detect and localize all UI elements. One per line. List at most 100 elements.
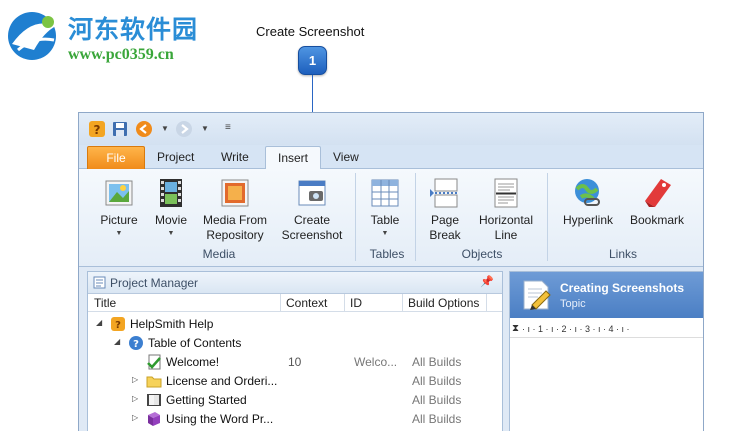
indent-marker-icon[interactable]: ⧗	[512, 323, 519, 334]
tree-row-welcome[interactable]: Welcome! 10 Welco... All Builds	[88, 353, 502, 372]
ribbon-insert: Picture ▼ Movie ▼ Media From Repository …	[79, 169, 703, 267]
collapse-icon[interactable]: ◢	[114, 337, 120, 346]
callout-label: Create Screenshot	[256, 24, 365, 39]
tab-insert[interactable]: Insert	[265, 146, 322, 170]
group-separator	[547, 173, 548, 261]
column-id[interactable]: ID	[350, 296, 362, 310]
column-context[interactable]: Context	[286, 296, 327, 310]
toc-help-icon: ?	[129, 336, 143, 350]
hyperlink-button[interactable]: Hyperlink	[557, 173, 619, 228]
quick-access-toolbar: ? ▼ ▼ ≡	[79, 113, 703, 145]
tree-row-using-word-processor[interactable]: ▷ Using the Word Pr... All Builds	[88, 410, 502, 429]
tab-write[interactable]: Write	[209, 146, 261, 169]
bookmark-label: Bookmark	[629, 213, 685, 227]
redo-icon[interactable]	[175, 120, 193, 138]
watermark-title: 河东软件园	[68, 15, 199, 44]
hyperlink-label: Hyperlink	[562, 213, 613, 227]
column-build-options[interactable]: Build Options	[408, 296, 479, 310]
build-options-cell: All Builds	[412, 412, 462, 426]
group-separator	[415, 173, 416, 261]
build-options-cell: All Builds	[412, 393, 462, 407]
media-repository-label-1: Media From	[202, 213, 267, 227]
pin-icon[interactable]: 📌	[480, 275, 494, 288]
column-divider[interactable]	[402, 294, 403, 312]
topic-subtitle: Topic	[560, 298, 586, 310]
page-break-label-1: Page	[430, 213, 460, 227]
project-manager-pane: Project Manager 📌 Title Context ID Build…	[87, 271, 503, 431]
project-icon: ?	[111, 317, 125, 331]
helpsmith-window: ? ▼ ▼ ≡ File Project Write Insert View P…	[78, 112, 704, 431]
group-separator	[355, 173, 356, 261]
watermark-logo-icon	[8, 12, 56, 60]
tree-row-table-of-contents[interactable]: ◢ ? Table of Contents	[88, 334, 502, 353]
tab-file[interactable]: File	[87, 146, 145, 169]
app-icon[interactable]: ?	[88, 120, 106, 138]
svg-text:?: ?	[133, 339, 139, 350]
group-label-objects: Objects	[461, 247, 503, 261]
tree-row-license[interactable]: ▷ License and Orderi... All Builds	[88, 372, 502, 391]
expand-icon[interactable]: ▷	[132, 394, 138, 403]
create-screenshot-button[interactable]: Create Screenshot	[279, 173, 345, 243]
topic-editor-pane: Creating Screenshots Topic ⧗ · ı · 1 · ı…	[509, 271, 703, 431]
column-divider[interactable]	[486, 294, 487, 312]
undo-icon[interactable]	[135, 120, 153, 138]
picture-label: Picture	[100, 213, 138, 227]
ribbon-tabs: File Project Write Insert View	[79, 145, 703, 170]
media-from-repository-button[interactable]: Media From Repository	[199, 173, 271, 243]
horizontal-line-button[interactable]: Horizontal Line	[475, 173, 537, 243]
collapse-icon[interactable]: ◢	[96, 318, 102, 327]
column-divider[interactable]	[280, 294, 281, 312]
column-title[interactable]: Title	[94, 296, 116, 310]
customize-toolbar-icon[interactable]: ≡	[225, 122, 231, 133]
create-screenshot-label-2: Screenshot	[281, 228, 343, 242]
movie-button[interactable]: Movie ▼	[149, 173, 193, 240]
create-screenshot-icon	[298, 180, 326, 206]
group-label-links: Links	[608, 247, 637, 261]
undo-dropdown-icon[interactable]: ▼	[161, 124, 169, 133]
column-divider[interactable]	[344, 294, 345, 312]
page-break-button[interactable]: Page Break	[423, 173, 467, 243]
column-headers: Title Context ID Build Options	[88, 294, 502, 312]
picture-button[interactable]: Picture ▼	[97, 173, 141, 240]
table-label: Table	[370, 213, 400, 227]
ruler[interactable]: ⧗ · ı · 1 · ı · 2 · ı · 3 · ı · 4 · ı ·	[510, 322, 703, 338]
create-screenshot-label-1: Create	[293, 213, 331, 227]
bookmark-icon	[645, 179, 671, 207]
tree-row-label: Using the Word Pr...	[166, 412, 274, 426]
group-label-tables: Tables	[369, 247, 405, 261]
horizontal-line-label-2: Line	[494, 228, 518, 242]
save-icon[interactable]	[111, 120, 129, 138]
tree-row-getting-started[interactable]: ▷ Getting Started All Builds	[88, 391, 502, 410]
tree-row-label: Getting Started	[166, 393, 247, 407]
table-button[interactable]: Table ▼	[363, 173, 407, 240]
tree-row-label: License and Orderi...	[166, 374, 278, 388]
tab-view[interactable]: View	[321, 146, 371, 169]
movie-dropdown-icon: ▼	[167, 230, 175, 237]
horizontal-line-label-1: Horizontal	[478, 213, 534, 227]
expand-icon[interactable]: ▷	[132, 375, 138, 384]
topic-checked-icon	[147, 354, 161, 370]
tree-row-label: Table of Contents	[148, 336, 242, 350]
purple-book-icon	[148, 412, 160, 426]
page-break-label-2: Break	[429, 228, 461, 242]
build-options-cell: All Builds	[412, 374, 462, 388]
watermark: 河东软件园 www.pc0359.cn	[4, 4, 234, 70]
id-cell: Welco...	[354, 355, 398, 369]
book-icon	[147, 394, 161, 406]
callout-number-badge: 1	[298, 46, 327, 75]
watermark-url: www.pc0359.cn	[68, 46, 174, 63]
redo-dropdown-icon[interactable]: ▼	[201, 124, 209, 133]
picture-dropdown-icon: ▼	[115, 230, 123, 237]
project-manager-header: Project Manager 📌	[88, 272, 502, 294]
context-cell: 10	[288, 355, 302, 369]
topic-header: Creating Screenshots Topic	[510, 272, 703, 318]
tree-row-helpsmith-help[interactable]: ◢ ? HelpSmith Help	[88, 315, 502, 334]
media-repository-icon	[221, 179, 249, 207]
expand-icon[interactable]: ▷	[132, 413, 138, 422]
tree-row-label: HelpSmith Help	[130, 317, 214, 331]
topic-edit-icon	[523, 280, 551, 310]
table-icon	[371, 179, 399, 207]
build-options-cell: All Builds	[412, 355, 462, 369]
bookmark-button[interactable]: Bookmark	[625, 173, 689, 228]
tab-project[interactable]: Project	[145, 146, 206, 169]
